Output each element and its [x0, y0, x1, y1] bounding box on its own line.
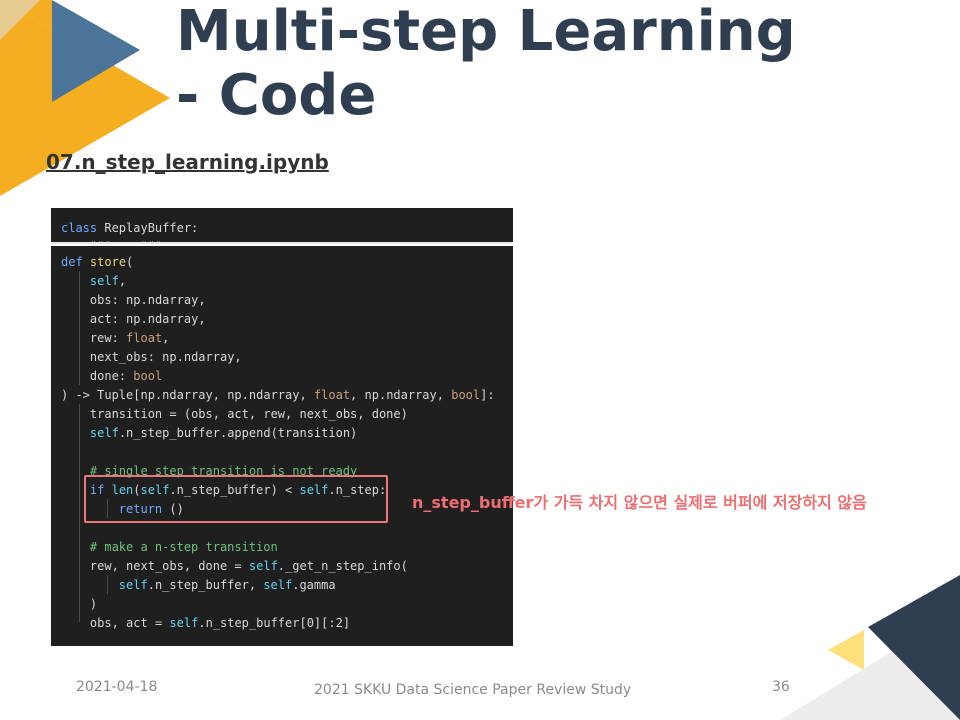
code-line: next_obs: np.ndarray,: [89, 350, 242, 364]
footer-page-number: 36: [772, 679, 790, 695]
code-line: ) -> Tuple[np.ndarray, np.ndarray, float…: [61, 388, 495, 402]
footer-study-name: 2021 SKKU Data Science Paper Review Stud…: [314, 682, 632, 698]
code-line-docstring-fragment: """....""": [61, 237, 162, 242]
code-line: # make a n-step transition: [89, 540, 278, 554]
code-line: rew: float,: [89, 331, 170, 345]
code-line: act: np.ndarray,: [89, 312, 206, 326]
title-line-2: - Code: [176, 63, 377, 128]
title-line-1: Multi-step Learning: [176, 0, 796, 64]
code-line: transition = (obs, act, rew, next_obs, d…: [89, 407, 408, 421]
code-line: self.n_step_buffer.append(transition): [89, 426, 358, 440]
slide-title: Multi-step Learning - Code: [176, 0, 796, 128]
notebook-filename: 07.n_step_learning.ipynb: [46, 150, 329, 174]
code-line: self.n_step_buffer, self.gamma: [118, 578, 336, 592]
code-line: obs: np.ndarray,: [89, 293, 206, 307]
corner-decoration-bottom-right: [780, 575, 960, 720]
code-line-class: class ReplayBuffer:: [61, 221, 199, 235]
code-line: self,: [89, 274, 127, 288]
annotation-text: n_step_buffer가 가득 차지 않으면 실제로 버퍼에 저장하지 않음: [412, 493, 867, 512]
code-line: ): [61, 597, 98, 611]
highlight-box: [84, 475, 388, 523]
footer-date: 2021-04-18: [76, 679, 158, 695]
code-line: done: bool: [89, 369, 163, 383]
code-line: def store(: [61, 255, 134, 269]
code-block-store-method: def store( self, obs: np.ndarray, act: n…: [51, 246, 513, 646]
code-line: obs, act = self.n_step_buffer[0][:2]: [89, 616, 351, 630]
code-snippet-class-header: class ReplayBuffer: """....""": [51, 208, 513, 244]
code-line: rew, next_obs, done = self._get_n_step_i…: [89, 559, 408, 573]
